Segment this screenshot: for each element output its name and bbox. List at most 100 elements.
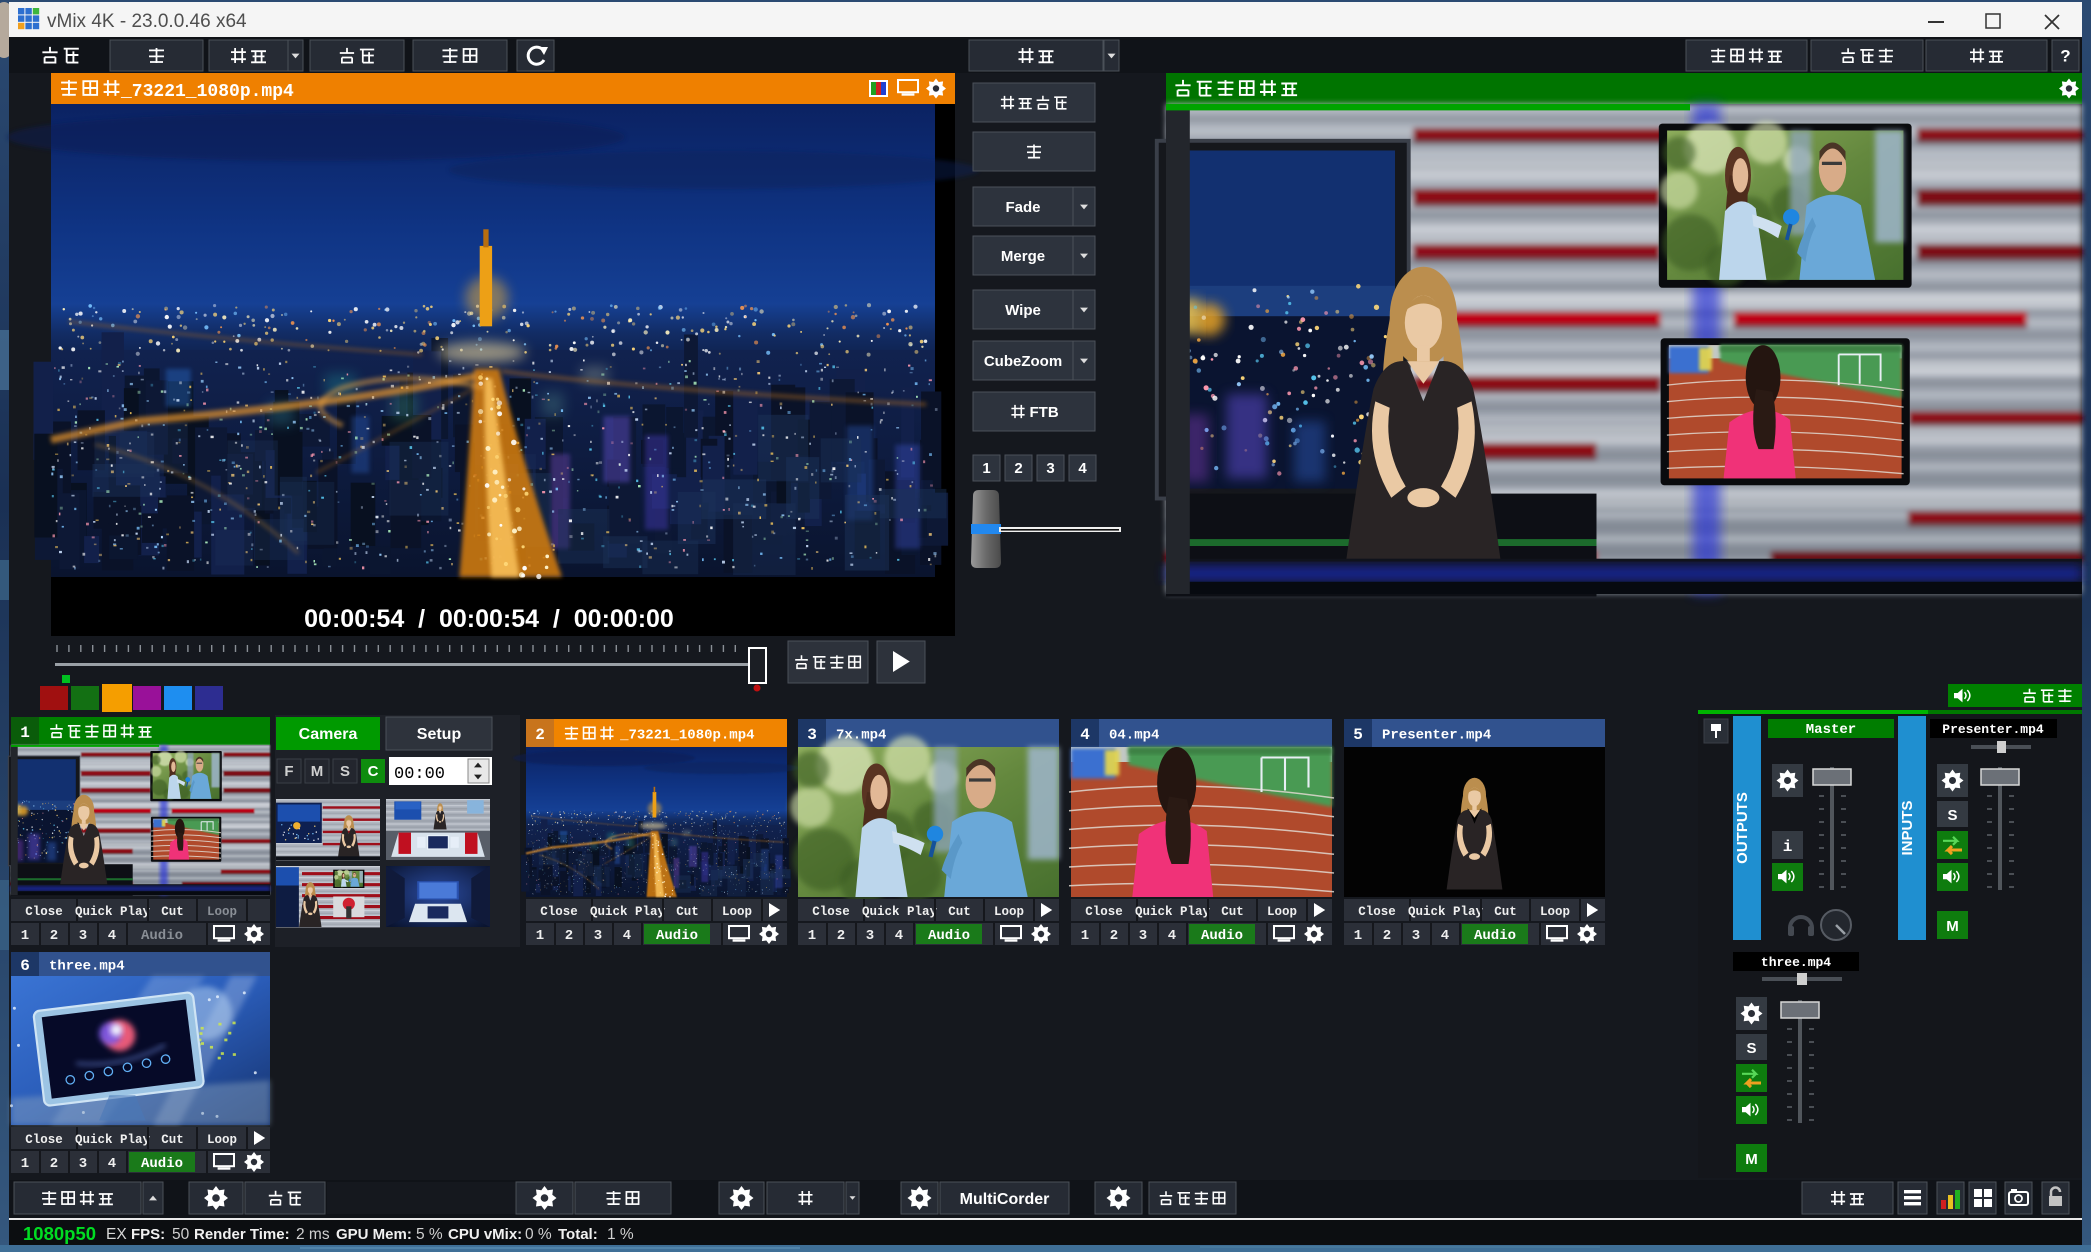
svg-text:Cut: Cut: [676, 905, 699, 919]
svg-text:2: 2: [1110, 928, 1118, 944]
svg-text:Render Time:: Render Time:: [194, 1226, 290, 1243]
svg-text:2: 2: [565, 928, 573, 944]
svg-text:2: 2: [535, 726, 545, 744]
svg-text:1: 1: [1081, 928, 1089, 944]
svg-text:4: 4: [1078, 460, 1087, 477]
svg-text:Cut: Cut: [161, 1133, 184, 1147]
svg-text:2 ms: 2 ms: [296, 1226, 330, 1243]
svg-text:OUTPUTS: OUTPUTS: [1734, 792, 1751, 864]
svg-text:Presenter.mp4: Presenter.mp4: [1382, 728, 1491, 744]
svg-text:1: 1: [20, 724, 30, 742]
svg-text:_73221_1080p.mp4: _73221_1080p.mp4: [619, 728, 754, 744]
svg-text:Quick Play: Quick Play: [75, 905, 151, 919]
svg-text:S: S: [340, 763, 350, 780]
svg-text:Camera: Camera: [299, 726, 358, 743]
svg-text:Close: Close: [812, 905, 850, 919]
svg-text:04.mp4: 04.mp4: [1109, 728, 1159, 744]
svg-text:Total:: Total:: [558, 1226, 598, 1243]
svg-text:Close: Close: [540, 905, 578, 919]
svg-text:Audio: Audio: [141, 1156, 183, 1172]
svg-text:Cut: Cut: [161, 905, 184, 919]
svg-text:Setup: Setup: [417, 726, 462, 743]
svg-text:4: 4: [1080, 726, 1090, 744]
svg-text:CPU vMix:: CPU vMix:: [448, 1226, 522, 1243]
svg-text:2: 2: [837, 928, 845, 944]
svg-text:3: 3: [79, 1156, 87, 1172]
svg-text:i: i: [1783, 838, 1793, 856]
svg-text:3: 3: [79, 928, 87, 944]
svg-text:Loop: Loop: [207, 905, 237, 919]
svg-text:1: 1: [808, 928, 816, 944]
svg-text:1: 1: [536, 928, 544, 944]
svg-text:Wipe: Wipe: [1005, 302, 1041, 319]
svg-text:3: 3: [807, 726, 817, 744]
svg-text:Audio: Audio: [656, 928, 698, 944]
svg-text:1080p50: 1080p50: [23, 1223, 96, 1244]
svg-text:2: 2: [50, 1156, 58, 1172]
svg-text:2: 2: [1383, 928, 1391, 944]
svg-text:M: M: [311, 763, 324, 780]
svg-text:C: C: [368, 763, 379, 780]
svg-text:M: M: [1946, 918, 1959, 935]
svg-text:Loop: Loop: [207, 1133, 237, 1147]
svg-text:Cut: Cut: [1221, 905, 1244, 919]
svg-text:4: 4: [623, 928, 631, 944]
svg-text:2: 2: [50, 928, 58, 944]
svg-text:00:00:54 / 00:00:54 / 00:0: 00:00:54 / 00:00:54 / 00:00:00: [304, 605, 674, 633]
svg-text:3: 3: [866, 928, 874, 944]
svg-text:Loop: Loop: [1267, 905, 1297, 919]
svg-text:Close: Close: [25, 905, 63, 919]
svg-text:3: 3: [594, 928, 602, 944]
svg-text:Quick Play: Quick Play: [75, 1133, 151, 1147]
svg-text:three.mp4: three.mp4: [49, 959, 125, 975]
svg-text:3: 3: [1412, 928, 1420, 944]
svg-text:Audio: Audio: [1201, 928, 1243, 944]
svg-text:MultiCorder: MultiCorder: [960, 1191, 1050, 1208]
svg-text:6: 6: [20, 957, 30, 975]
svg-text:1: 1: [21, 928, 29, 944]
svg-text:1: 1: [21, 1156, 29, 1172]
svg-text:Quick Play: Quick Play: [1408, 905, 1484, 919]
svg-text:CubeZoom: CubeZoom: [984, 353, 1062, 370]
svg-text:M: M: [1745, 1151, 1758, 1168]
svg-text:Loop: Loop: [722, 905, 752, 919]
svg-text:three.mp4: three.mp4: [1761, 955, 1831, 970]
svg-text:Cut: Cut: [1494, 905, 1517, 919]
svg-text:Close: Close: [1358, 905, 1396, 919]
svg-text:1: 1: [1354, 928, 1362, 944]
svg-text:FTB: FTB: [1030, 404, 1059, 421]
svg-text:EX: EX: [106, 1226, 127, 1243]
svg-text:0 %: 0 %: [525, 1226, 552, 1243]
svg-text:_73221_1080p.mp4: _73221_1080p.mp4: [120, 82, 294, 102]
svg-text:50: 50: [172, 1226, 190, 1243]
svg-text:S: S: [1746, 1040, 1756, 1057]
svg-text:FPS:: FPS:: [131, 1226, 165, 1243]
svg-text:Quick Play: Quick Play: [1135, 905, 1211, 919]
svg-text:5 %: 5 %: [416, 1226, 443, 1243]
svg-text:Merge: Merge: [1001, 248, 1045, 265]
svg-text:4: 4: [108, 1156, 116, 1172]
svg-text:Presenter.mp4: Presenter.mp4: [1942, 722, 2044, 737]
svg-text:4: 4: [108, 928, 116, 944]
svg-text:00:00: 00:00: [394, 765, 445, 784]
svg-text:5: 5: [1353, 726, 1363, 744]
svg-text:4: 4: [895, 928, 903, 944]
svg-text:4: 4: [1168, 928, 1176, 944]
svg-text:S: S: [1947, 807, 1957, 824]
svg-text:1 %: 1 %: [607, 1226, 634, 1243]
svg-text:2: 2: [1014, 460, 1022, 477]
svg-text:Master: Master: [1806, 722, 1856, 738]
svg-text:Close: Close: [1085, 905, 1123, 919]
svg-text:Close: Close: [25, 1133, 63, 1147]
svg-text:Quick Play: Quick Play: [862, 905, 938, 919]
svg-text:?: ?: [2060, 47, 2070, 66]
svg-text:F: F: [284, 763, 293, 780]
svg-text:4: 4: [1441, 928, 1449, 944]
svg-text:3: 3: [1046, 460, 1054, 477]
svg-text:vMix 4K - 23.0.0.46 x64: vMix 4K - 23.0.0.46 x64: [47, 11, 247, 32]
svg-text:Cut: Cut: [948, 905, 971, 919]
svg-text:Loop: Loop: [994, 905, 1024, 919]
svg-text:INPUTS: INPUTS: [1899, 800, 1916, 855]
svg-text:Audio: Audio: [1474, 928, 1516, 944]
svg-text:Audio: Audio: [141, 928, 183, 944]
